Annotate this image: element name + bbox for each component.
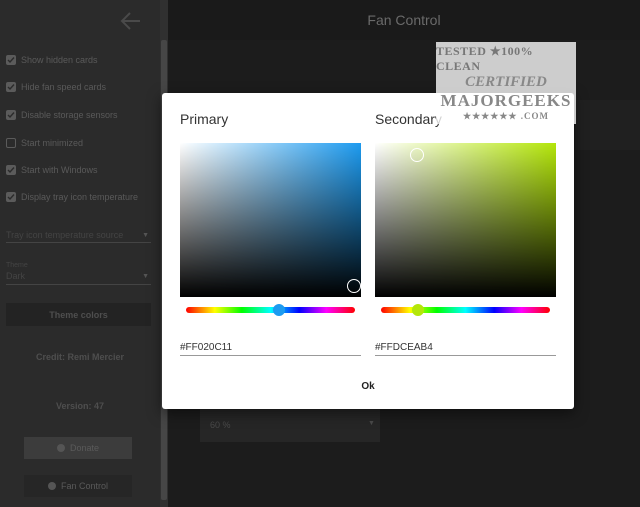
setting-label: Show hidden cards: [21, 55, 98, 65]
watermark-tested-text: TESTED ★100% CLEAN: [436, 44, 534, 73]
checkbox-checked-icon[interactable]: [6, 165, 16, 175]
dropdown-arrow-icon: ▼: [368, 420, 375, 427]
setting-hide-fan-speed-cards[interactable]: Hide fan speed cards: [6, 79, 106, 95]
checkbox-checked-icon[interactable]: [6, 192, 16, 202]
secondary-heading: Secondary: [375, 111, 442, 127]
setting-start-minimized[interactable]: Start minimized: [6, 135, 83, 151]
majorgeeks-watermark: TESTED ★100% CLEAN CERTIFIED MAJORGEEKS …: [436, 42, 576, 124]
checkbox-unchecked-icon[interactable]: [6, 138, 16, 148]
dropdown-arrow-icon: ▼: [142, 232, 149, 239]
secondary-color-cursor[interactable]: [409, 148, 424, 163]
primary-saturation-brightness-picker[interactable]: [180, 143, 361, 297]
setting-label: Disable storage sensors: [21, 110, 118, 120]
setting-label: Hide fan speed cards: [21, 82, 107, 92]
paypal-icon: [56, 444, 65, 452]
app-title: Fan Control: [367, 12, 441, 28]
theme-colors-button[interactable]: Theme colors: [6, 303, 151, 326]
checkbox-checked-icon[interactable]: [6, 110, 16, 120]
fan-control-github-button[interactable]: Fan Control: [24, 475, 132, 497]
secondary-saturation-brightness-picker[interactable]: [375, 143, 556, 297]
background-card-value: 60 %: [210, 420, 231, 430]
watermark-certified-text: CERTIFIED: [465, 74, 547, 90]
primary-hue-thumb[interactable]: [272, 304, 285, 316]
secondary-hue-slider[interactable]: [381, 304, 550, 316]
select-label: Theme: [6, 262, 28, 269]
primary-color-cursor[interactable]: [346, 279, 361, 294]
secondary-hue-thumb[interactable]: [412, 304, 425, 316]
dropdown-arrow-icon: ▼: [142, 273, 149, 280]
donate-button[interactable]: Donate: [24, 437, 132, 459]
tray-temperature-source-select[interactable]: Tray icon temperature source ▼: [6, 230, 151, 243]
setting-display-tray-icon-temperature[interactable]: Display tray icon temperature: [6, 189, 138, 205]
select-value: Dark: [6, 271, 26, 281]
primary-hex-input[interactable]: [180, 339, 361, 356]
background-panel: [575, 100, 640, 150]
checkbox-checked-icon[interactable]: [6, 82, 16, 92]
setting-start-with-windows[interactable]: Start with Windows: [6, 162, 98, 178]
setting-label: Start minimized: [21, 138, 84, 148]
primary-heading: Primary: [180, 111, 229, 127]
theme-colors-dialog: Primary Secondary Ok: [162, 93, 574, 409]
version-text: Version: 47: [55, 401, 105, 411]
settings-sidebar: Show hidden cards Hide fan speed cards D…: [0, 0, 160, 507]
app-title-bar: Fan Control: [168, 0, 640, 40]
setting-label: Display tray icon temperature: [21, 192, 139, 202]
watermark-logo-text: MAJORGEEKS: [440, 91, 572, 110]
credit-text: Credit: Remi Mercier: [35, 352, 125, 362]
setting-label: Start with Windows: [21, 165, 98, 175]
setting-show-hidden-cards[interactable]: Show hidden cards: [6, 52, 98, 68]
checkbox-checked-icon[interactable]: [6, 55, 16, 65]
select-value: Tray icon temperature source: [6, 230, 124, 240]
setting-disable-storage-sensors[interactable]: Disable storage sensors: [6, 107, 118, 123]
primary-hue-slider[interactable]: [186, 304, 355, 316]
ok-button[interactable]: Ok: [348, 376, 388, 396]
theme-select[interactable]: Theme Dark ▼: [6, 262, 151, 285]
secondary-hex-input[interactable]: [375, 339, 556, 356]
back-arrow-icon[interactable]: [118, 8, 144, 34]
watermark-domain-text: ★★★★★★ .COM: [463, 111, 549, 121]
donate-label: Donate: [69, 443, 100, 453]
fan-control-label: Fan Control: [60, 481, 109, 491]
github-icon: [47, 482, 56, 490]
